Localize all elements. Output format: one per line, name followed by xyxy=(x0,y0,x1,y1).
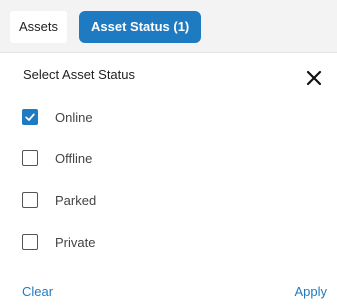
tab-assets[interactable]: Assets xyxy=(10,11,68,43)
private-checkbox[interactable] xyxy=(22,234,38,250)
panel-title: Select Asset Status xyxy=(23,67,136,82)
option-offline[interactable]: Offline xyxy=(22,148,92,168)
clear-button[interactable]: Clear xyxy=(22,284,53,299)
option-label: Parked xyxy=(55,192,97,208)
tab-bar: Assets Asset Status (1) xyxy=(0,0,337,53)
option-label: Private xyxy=(55,234,96,250)
option-parked[interactable]: Parked xyxy=(22,190,96,210)
online-checkbox[interactable] xyxy=(22,109,38,125)
checkmark-icon xyxy=(25,113,35,121)
close-button[interactable] xyxy=(302,66,326,90)
option-label: Offline xyxy=(55,150,93,166)
option-private[interactable]: Private xyxy=(22,232,95,252)
offline-checkbox[interactable] xyxy=(22,150,38,166)
parked-checkbox[interactable] xyxy=(22,192,38,208)
apply-button[interactable]: Apply xyxy=(294,284,327,299)
option-label: Online xyxy=(55,109,93,125)
close-icon xyxy=(306,70,322,86)
option-online[interactable]: Online xyxy=(22,107,93,127)
tab-asset-status[interactable]: Asset Status (1) xyxy=(79,11,202,43)
